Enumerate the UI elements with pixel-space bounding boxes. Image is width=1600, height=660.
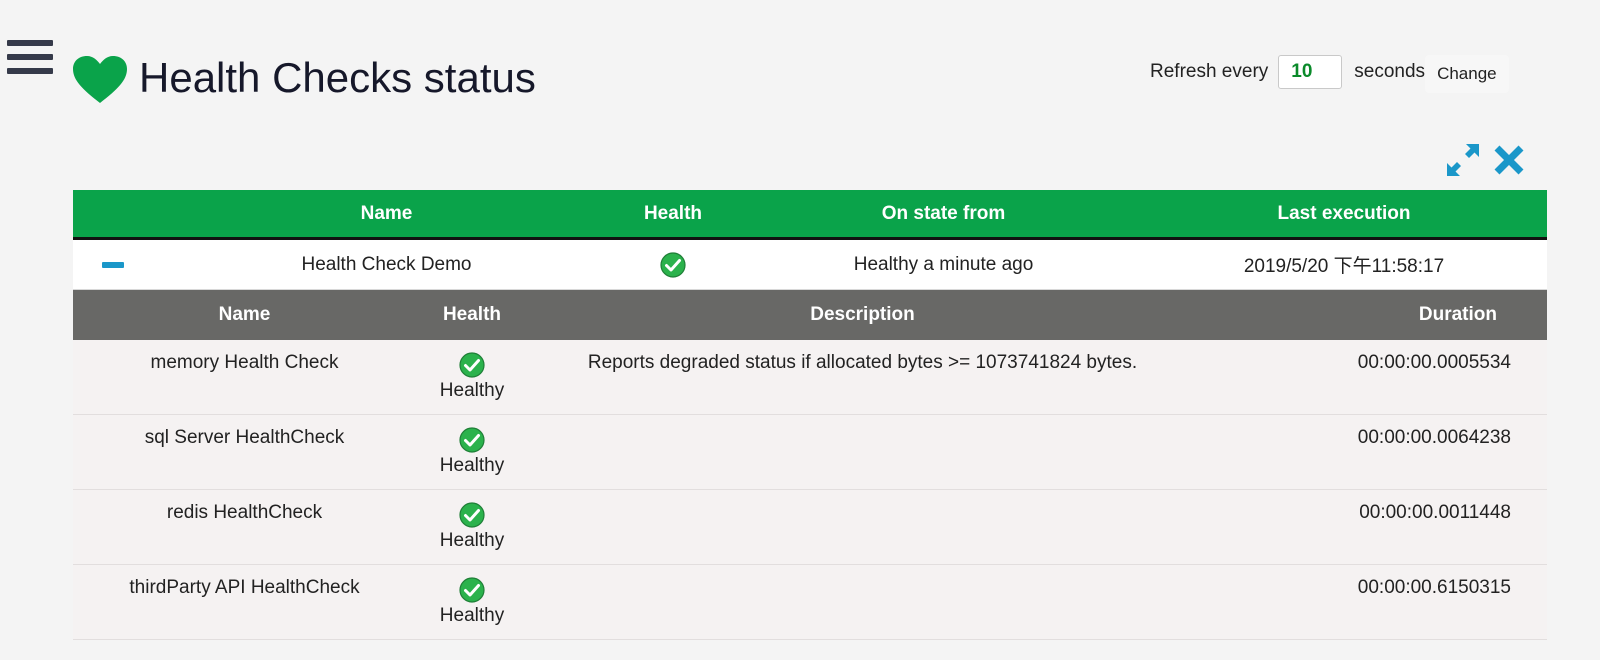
toggle-cell bbox=[73, 261, 173, 268]
collapse-minus-icon[interactable] bbox=[102, 261, 124, 268]
health-checks-table: Name Health On state from Last execution… bbox=[73, 190, 1547, 640]
details-column-duration: Duration bbox=[1418, 304, 1497, 325]
details-column-health: Health bbox=[442, 304, 502, 325]
menu-bar bbox=[7, 68, 53, 74]
state-from: Healthy a minute ago bbox=[853, 253, 1034, 275]
check-icon bbox=[660, 251, 686, 278]
column-header-name: Name bbox=[360, 202, 413, 224]
details-column-name: Name bbox=[218, 304, 271, 325]
column-header-last-execution: Last execution bbox=[1277, 202, 1411, 224]
details-row: redis HealthCheck Healthy 00:00:00.00114… bbox=[73, 490, 1547, 565]
entry-name: memory Health Check bbox=[150, 352, 339, 373]
menu-bar bbox=[7, 40, 53, 46]
menu-bar bbox=[7, 54, 53, 60]
entry-description: Reports degraded status if allocated byt… bbox=[587, 352, 1138, 373]
column-header-health: Health bbox=[643, 202, 703, 224]
menu-hamburger-icon[interactable] bbox=[7, 40, 53, 80]
check-icon bbox=[459, 577, 485, 603]
entry-health-label: Healthy bbox=[439, 380, 505, 401]
entry-name: redis HealthCheck bbox=[166, 502, 323, 523]
entry-health: Healthy bbox=[416, 577, 528, 629]
check-icon bbox=[459, 352, 485, 378]
expand-arrows-icon[interactable] bbox=[1445, 142, 1481, 178]
table-row: Health Check Demo Healthy a minute ago 2… bbox=[73, 240, 1547, 290]
page-title: Health Checks status bbox=[139, 54, 536, 101]
details-header: Name Health Description Duration bbox=[73, 290, 1547, 340]
entry-duration: 00:00:00.6150315 bbox=[1357, 577, 1511, 598]
details-row: memory Health Check Healthy Reports degr… bbox=[73, 340, 1547, 415]
check-icon bbox=[459, 427, 485, 453]
heart-icon bbox=[73, 56, 127, 103]
entry-health: Healthy bbox=[416, 352, 528, 404]
entry-duration: 00:00:00.0011448 bbox=[1359, 502, 1511, 523]
details-row: sql Server HealthCheck Healthy 00:00:00.… bbox=[73, 415, 1547, 490]
refresh-label-before: Refresh every bbox=[1150, 61, 1269, 82]
entry-health-label: Healthy bbox=[439, 530, 505, 551]
details-row: thirdParty API HealthCheck Healthy 00:00… bbox=[73, 565, 1547, 640]
entry-duration: 00:00:00.0064238 bbox=[1357, 427, 1511, 448]
refresh-control: Refresh every seconds Change bbox=[1150, 54, 1509, 93]
check-name: Health Check Demo bbox=[301, 253, 472, 275]
close-x-icon[interactable] bbox=[1491, 142, 1527, 178]
entry-duration: 00:00:00.0005534 bbox=[1357, 352, 1511, 373]
change-button[interactable]: Change bbox=[1425, 55, 1509, 93]
entry-health: Healthy bbox=[416, 502, 528, 554]
column-header-state: On state from bbox=[881, 202, 1006, 224]
entry-health: Healthy bbox=[416, 427, 528, 479]
table-header: Name Health On state from Last execution bbox=[73, 190, 1547, 240]
entry-health-label: Healthy bbox=[439, 605, 505, 626]
details-column-description: Description bbox=[810, 304, 915, 325]
last-execution: 2019/5/20 下午11:58:17 bbox=[1243, 256, 1445, 277]
health-status bbox=[600, 251, 746, 278]
refresh-interval-input[interactable] bbox=[1278, 55, 1343, 89]
check-icon bbox=[459, 502, 485, 528]
entry-name: thirdParty API HealthCheck bbox=[129, 577, 360, 598]
entry-name: sql Server HealthCheck bbox=[144, 427, 345, 448]
refresh-label-after: seconds bbox=[1354, 61, 1426, 82]
entry-health-label: Healthy bbox=[439, 455, 505, 476]
